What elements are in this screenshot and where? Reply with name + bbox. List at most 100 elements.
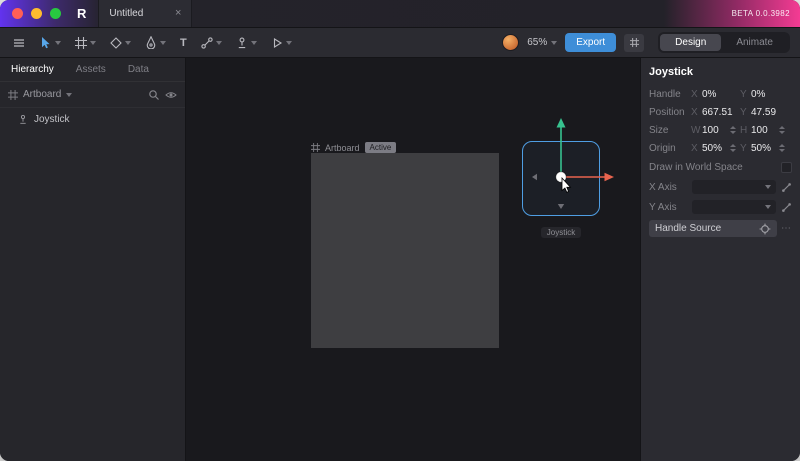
tab-design[interactable]: Design [660,34,722,51]
tab-close-icon[interactable]: × [175,8,181,19]
origin-x-field[interactable]: X 50% [691,143,740,154]
main-menu-button[interactable] [6,28,32,57]
visibility-eye-icon[interactable] [165,89,177,101]
handle-x-field[interactable]: X 0% [691,89,740,100]
chevron-down-icon [90,40,96,45]
field-value: 50% [702,142,723,154]
field-value: 100 [751,124,768,136]
position-label: Position [649,106,685,118]
hash-grid-icon [629,38,639,47]
toolbar-right: 65% Export Design Animate [502,32,794,53]
handle-y-field[interactable]: Y 0% [740,89,789,100]
position-y-field[interactable]: Y 47.59 [740,107,789,118]
field-value: 50% [751,142,772,154]
text-tool-icon: T [180,36,187,49]
export-button[interactable]: Export [565,33,617,52]
artboard-active-badge: Active [364,142,397,153]
bind-icon[interactable] [781,202,792,213]
world-space-row: Draw in World Space [641,157,800,177]
field-key: Y [740,142,747,154]
chevron-down-icon[interactable] [66,92,73,97]
artboard-selector[interactable]: Artboard [23,89,61,100]
handle-label: Handle [649,88,681,100]
origin-row: Origin X 50% Y 50% [641,139,800,157]
zoom-window-button[interactable] [50,8,61,19]
origin-y-field[interactable]: Y 50% [740,143,789,154]
x-axis-arrowhead [604,172,614,182]
chevron-down-icon [55,40,61,45]
document-tab[interactable]: Untitled × [98,0,193,27]
position-x-field[interactable]: X 667.51 [691,107,740,118]
avatar[interactable] [502,34,520,51]
chevron-down-icon [160,40,166,45]
field-key: Y [740,106,747,118]
joystick-icon [20,114,26,124]
zoom-level: 65% [527,37,548,48]
text-tool-button[interactable]: T [173,28,194,57]
bone-tool-button[interactable] [194,28,229,57]
stepper-control[interactable] [779,126,785,134]
field-value: 0% [751,88,766,100]
x-axis-row: X Axis [641,177,800,197]
size-h-field[interactable]: H 100 [740,125,789,136]
more-options-icon[interactable]: ⋯ [781,223,792,234]
y-axis-label: Y Axis [649,201,677,213]
app-window: R Untitled × BETA 0.0.3982 T 65% Export … [0,0,800,461]
artboard-tool-button[interactable] [68,28,103,57]
select-cursor-icon [42,37,50,49]
select-tool-button[interactable] [32,28,68,57]
artboard-name-label: Artboard [325,142,360,153]
joystick-tool-button[interactable] [229,28,264,57]
tab-assets[interactable]: Assets [65,64,117,75]
world-space-checkbox[interactable] [781,161,792,173]
search-icon[interactable] [148,89,160,101]
joystick-tool-icon [238,37,245,48]
size-row: Size W 100 H 100 [641,121,800,139]
beta-version-label: BETA 0.0.3982 [731,9,790,18]
zoom-control[interactable]: 65% [527,37,558,48]
stepper-control[interactable] [730,144,736,152]
field-key: X [691,142,698,154]
artboard-frame-icon [8,89,18,100]
handle-source-label: Handle Source [655,223,722,234]
artboard-selector-row: Artboard [0,82,185,108]
tab-animate[interactable]: Animate [721,34,788,51]
artboard-header[interactable]: Artboard Active [311,142,397,153]
document-tab-title: Untitled [109,8,144,19]
inspector-panel: Joystick Handle X 0% Y 0% Position X 667… [640,58,800,461]
y-axis-row: Y Axis [641,197,800,217]
size-w-field[interactable]: W 100 [691,125,740,136]
field-key: X [691,106,698,118]
embed-button[interactable] [624,33,645,52]
shapes-tool-button[interactable] [103,28,138,57]
stage-canvas[interactable]: Artboard Active Joystick [186,58,640,461]
artboard-surface[interactable] [311,153,499,348]
pen-tool-button[interactable] [138,28,173,57]
target-picker-icon[interactable] [759,223,771,235]
field-key: H [740,124,748,136]
minimize-window-button[interactable] [31,8,42,19]
handle-source-field[interactable]: Handle Source [649,220,777,237]
close-window-button[interactable] [12,8,23,19]
field-key: Y [740,88,747,100]
stepper-control[interactable] [730,126,736,134]
x-axis-dropdown[interactable] [692,180,776,194]
sidebar-tabs: Hierarchy Assets Data [0,58,185,82]
bind-icon[interactable] [781,182,792,193]
pen-nib-icon [146,36,156,49]
handle-row: Handle X 0% Y 0% [641,85,800,103]
field-value: 47.59 [751,106,777,118]
hierarchy-item-label: Joystick [34,113,70,125]
x-axis-label: X Axis [649,181,677,193]
field-value: 0% [702,88,717,100]
hierarchy-item-joystick[interactable]: Joystick [0,108,185,130]
trigger-tool-button[interactable] [264,28,299,57]
stepper-control[interactable] [779,144,785,152]
chevron-down-icon [765,185,771,189]
tab-hierarchy[interactable]: Hierarchy [0,64,65,75]
y-axis-dropdown[interactable] [692,200,776,214]
joystick-selection-box[interactable] [522,141,600,216]
tab-data[interactable]: Data [117,64,160,75]
chevron-down-icon [285,40,292,45]
size-label: Size [649,124,669,136]
